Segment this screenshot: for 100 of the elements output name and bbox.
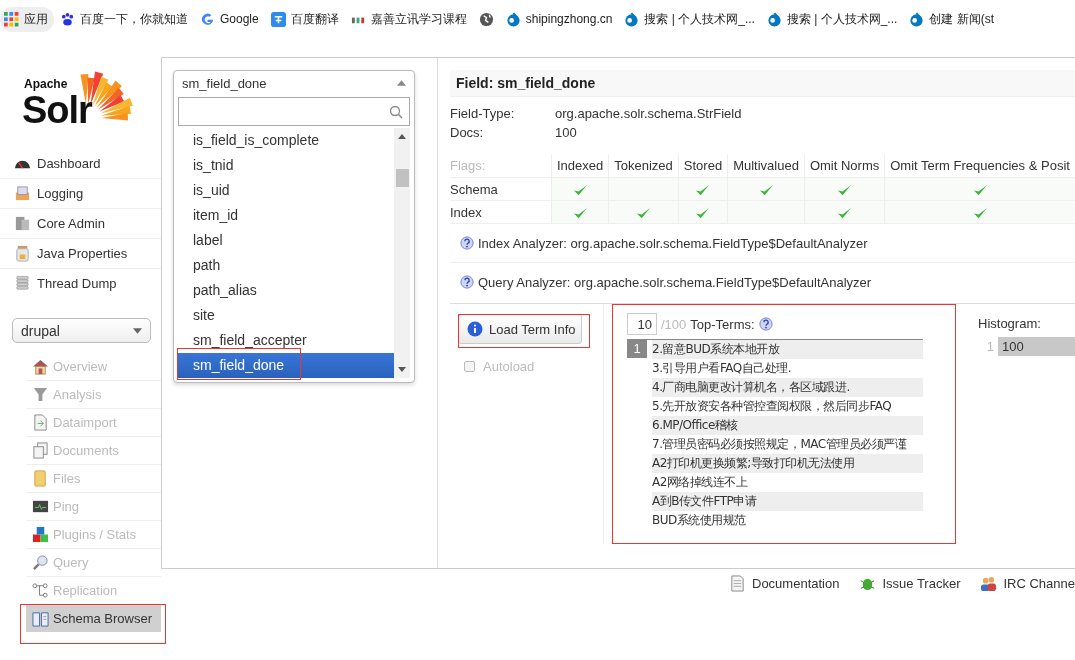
apps-icon — [4, 11, 19, 27]
field-title: Field: sm_field_done — [450, 70, 1075, 97]
document-icon — [729, 575, 746, 592]
scrollbar-thumb[interactable] — [395, 169, 409, 187]
dropdown-option[interactable]: path — [178, 253, 394, 278]
check-icon — [837, 206, 853, 220]
nav-item[interactable]: Dashboard — [0, 149, 161, 179]
dropdown-option[interactable]: item_id — [178, 203, 394, 228]
analyzer-text: Query Analyzer: org.apache.solr.schema.FieldType$DefaultAnalyzer — [478, 274, 872, 290]
house-icon — [32, 358, 49, 375]
term-item: A2打印机更换频繁;导致打印机无法使用 — [652, 454, 923, 473]
stack-icon — [14, 275, 31, 292]
dropdown-option[interactable]: label — [178, 228, 394, 253]
bookmark[interactable]: 搜索 | 个人技术网_... — [760, 6, 904, 32]
histogram-key: 1 — [978, 339, 994, 354]
term-item: 6.MP/Office稽核 — [652, 416, 923, 435]
bookmark[interactable]: 创建 新闻(st — [903, 6, 1001, 32]
nav-item[interactable]: Thread Dump — [0, 269, 161, 298]
bookmark[interactable]: shipingzhong.cn — [499, 7, 619, 31]
dropdown-option[interactable]: is_tnid — [178, 153, 394, 178]
dropdown-option[interactable]: sm_field_accepter — [178, 328, 394, 353]
core-select[interactable]: drupal — [12, 318, 151, 343]
funnel-icon — [32, 386, 49, 403]
drop-icon — [624, 11, 640, 27]
dropdown-option[interactable]: is_uid — [178, 178, 394, 203]
field-dropdown[interactable]: sm_field_done is_field_is_complete is_tnid is_uid item_id label path path_alias site sm_field_accepter sm_field_done — [173, 70, 415, 383]
server-icon — [14, 215, 31, 232]
search-icon — [389, 104, 403, 119]
up-arrow-icon — [398, 134, 406, 139]
logo-text: Solr — [22, 91, 92, 129]
term-item: BUD系统使用规范 — [652, 512, 747, 529]
paw-icon — [60, 11, 75, 27]
caret-icon — [397, 80, 406, 86]
folder-icon — [32, 470, 49, 487]
check-icon — [972, 183, 988, 197]
search-field[interactable] — [178, 97, 410, 126]
footer-link[interactable]: Issue Tracker — [859, 575, 961, 592]
footer-link[interactable]: IRC Channe — [980, 575, 1075, 592]
dropdown-option[interactable]: sm_field_done — [178, 353, 394, 378]
check-icon — [572, 206, 588, 220]
bookmark[interactable]: 搜索 | 个人技术网_... — [618, 6, 761, 32]
footer-link[interactable]: Documentation — [729, 575, 840, 592]
count-field[interactable]: 10 — [627, 313, 657, 335]
search-icon — [32, 554, 49, 571]
term-item: A到B传文件FTP申请 — [652, 492, 923, 511]
histogram-bar: 100 — [998, 337, 1075, 356]
check-icon — [695, 183, 711, 197]
autoload-label: Autoload — [483, 359, 535, 374]
total-count: /100 — [661, 316, 687, 332]
nav-item[interactable]: Core Admin — [0, 209, 161, 239]
bookmark[interactable]: 应用 — [0, 6, 54, 32]
check-icon — [695, 206, 711, 220]
nav-item[interactable]: Logging — [0, 179, 161, 209]
help-icon[interactable] — [460, 236, 474, 250]
dropdown-option[interactable]: path_alias — [178, 278, 394, 303]
term-item: 4.厂商电脑更改计算机名，各区域跟进. — [652, 378, 923, 397]
check-icon — [572, 183, 588, 197]
drop-icon — [766, 11, 782, 27]
dropdown-option[interactable]: site — [178, 303, 394, 328]
term-item: 5.先开放资安各种管控查阅权限，然后同步FAQ — [652, 398, 893, 415]
globe-icon — [478, 11, 494, 27]
flags-label: Flags: — [450, 154, 552, 178]
top-terms-label: Top-Terms: — [690, 316, 755, 332]
drop-icon — [909, 11, 925, 27]
down-arrow-icon — [398, 367, 406, 372]
jar-icon — [14, 245, 31, 262]
blocks-icon — [32, 526, 49, 543]
property-label: Docs: — [450, 125, 485, 142]
term-item: A2网络掉线连不上 — [652, 474, 749, 491]
histogram-label: Histogram: — [978, 316, 1042, 331]
bookmark[interactable]: Google — [194, 7, 265, 31]
monitor-icon — [32, 498, 49, 515]
autoload-checkbox[interactable] — [464, 361, 475, 372]
bookmark[interactable]: 嘉善立讯学习课程 — [344, 6, 473, 32]
term-item: 3.引导用户看FAQ自己处理. — [652, 360, 792, 377]
check-icon — [758, 183, 774, 197]
scrollbar[interactable] — [394, 128, 410, 378]
help-icon[interactable] — [460, 275, 474, 289]
nav-item[interactable]: Java Properties — [0, 239, 161, 269]
logo-text: Apache — [24, 77, 69, 91]
info-icon — [467, 321, 483, 337]
dropdown-option[interactable]: is_field_is_complete — [178, 128, 394, 153]
term-item: 7.管理员密码必须按照规定，MAC管理员必须严谨 — [652, 436, 908, 453]
analyzer-text: Index Analyzer: org.apache.solr.schema.FieldType$DefaultAnalyzer — [478, 235, 868, 251]
bookmark[interactable]: 百度一下，你就知道 — [54, 6, 194, 32]
caret-icon — [133, 327, 142, 334]
check-icon — [837, 183, 853, 197]
people-icon — [980, 575, 998, 592]
translate-icon — [270, 11, 286, 27]
dropdown-value: sm_field_done — [182, 75, 267, 91]
frequency-badge: 1 — [627, 340, 647, 358]
bookmark[interactable]: 百度翻译 — [264, 6, 345, 32]
help-icon[interactable] — [758, 317, 773, 331]
core-menu-item[interactable]: Schema Browser — [26, 605, 161, 632]
load-term-info-button[interactable]: Load Term Info — [458, 314, 583, 344]
documents-icon — [32, 442, 49, 459]
drop-icon — [505, 11, 521, 27]
document-icon — [32, 414, 49, 431]
property-value: 100 — [555, 125, 577, 142]
term-item: 2.留意BUD系统本地开放 — [652, 340, 923, 359]
